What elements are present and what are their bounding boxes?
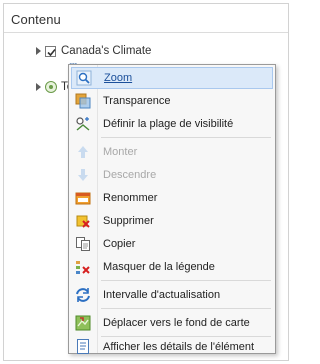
menu-item-label: Afficher les détails de l'élément	[103, 340, 255, 353]
hide-legend-icon	[71, 259, 95, 275]
menu-item-label: Renommer	[103, 192, 158, 204]
layer-visibility-checkbox[interactable]	[45, 45, 56, 57]
menu-item-rename[interactable]: Renommer	[71, 187, 273, 209]
menu-item-label: Descendre	[103, 169, 157, 181]
menu-item-move-down[interactable]: Descendre	[71, 164, 273, 186]
menu-item-hide-from-legend[interactable]: Masquer de la légende	[71, 256, 273, 278]
menu-item-label: Monter	[103, 146, 138, 158]
layer-row-canadas-climate[interactable]: Canada's Climate	[36, 43, 151, 59]
menu-item-move-up[interactable]: Monter	[71, 141, 273, 163]
refresh-icon	[71, 287, 95, 303]
menu-separator	[101, 308, 271, 309]
transparency-icon	[71, 93, 95, 109]
item-details-icon	[71, 338, 95, 355]
menu-item-label: Définir la plage de visibilité	[103, 118, 234, 130]
layer-status-icon	[45, 81, 57, 93]
menu-item-copy[interactable]: Copier	[71, 233, 273, 255]
menu-item-visibility-range[interactable]: Définir la plage de visibilité	[71, 113, 273, 135]
menu-item-move-to-basemap[interactable]: Déplacer vers le fond de carte	[71, 312, 273, 334]
panel-title: Contenu	[11, 12, 61, 27]
menu-separator	[101, 280, 271, 281]
menu-item-label: Masquer de la légende	[103, 261, 215, 273]
checkmark-icon	[47, 48, 56, 56]
menu-separator	[101, 336, 271, 337]
arrow-up-icon	[71, 145, 95, 159]
menu-item-label: Supprimer	[103, 215, 154, 227]
copy-icon	[71, 236, 95, 252]
expand-arrow-icon[interactable]	[36, 47, 41, 55]
zoom-icon	[72, 70, 96, 86]
rename-icon	[71, 190, 95, 206]
menu-separator	[101, 137, 271, 138]
menu-item-zoom[interactable]: Zoom	[71, 67, 273, 89]
menu-item-transparency[interactable]: Transparence	[71, 90, 273, 112]
delete-icon	[71, 213, 95, 229]
visibility-range-icon	[71, 116, 95, 132]
expand-arrow-icon[interactable]	[36, 83, 41, 91]
menu-item-label: Copier	[103, 238, 136, 250]
menu-item-label: Déplacer vers le fond de carte	[103, 317, 250, 329]
layer-context-menu: Zoom Transparence Définir la plage de vi…	[68, 64, 276, 354]
menu-item-delete[interactable]: Supprimer	[71, 210, 273, 232]
move-to-basemap-icon	[71, 315, 95, 331]
title-divider	[4, 32, 288, 33]
arrow-down-icon	[71, 168, 95, 182]
menu-item-label: Zoom	[104, 72, 133, 84]
layer-label: Canada's Climate	[61, 45, 152, 57]
menu-item-refresh-interval[interactable]: Intervalle d'actualisation	[71, 284, 273, 306]
menu-item-item-details[interactable]: Afficher les détails de l'élément	[71, 338, 273, 355]
menu-item-label: Intervalle d'actualisation	[103, 289, 221, 301]
menu-item-label: Transparence	[103, 95, 171, 107]
